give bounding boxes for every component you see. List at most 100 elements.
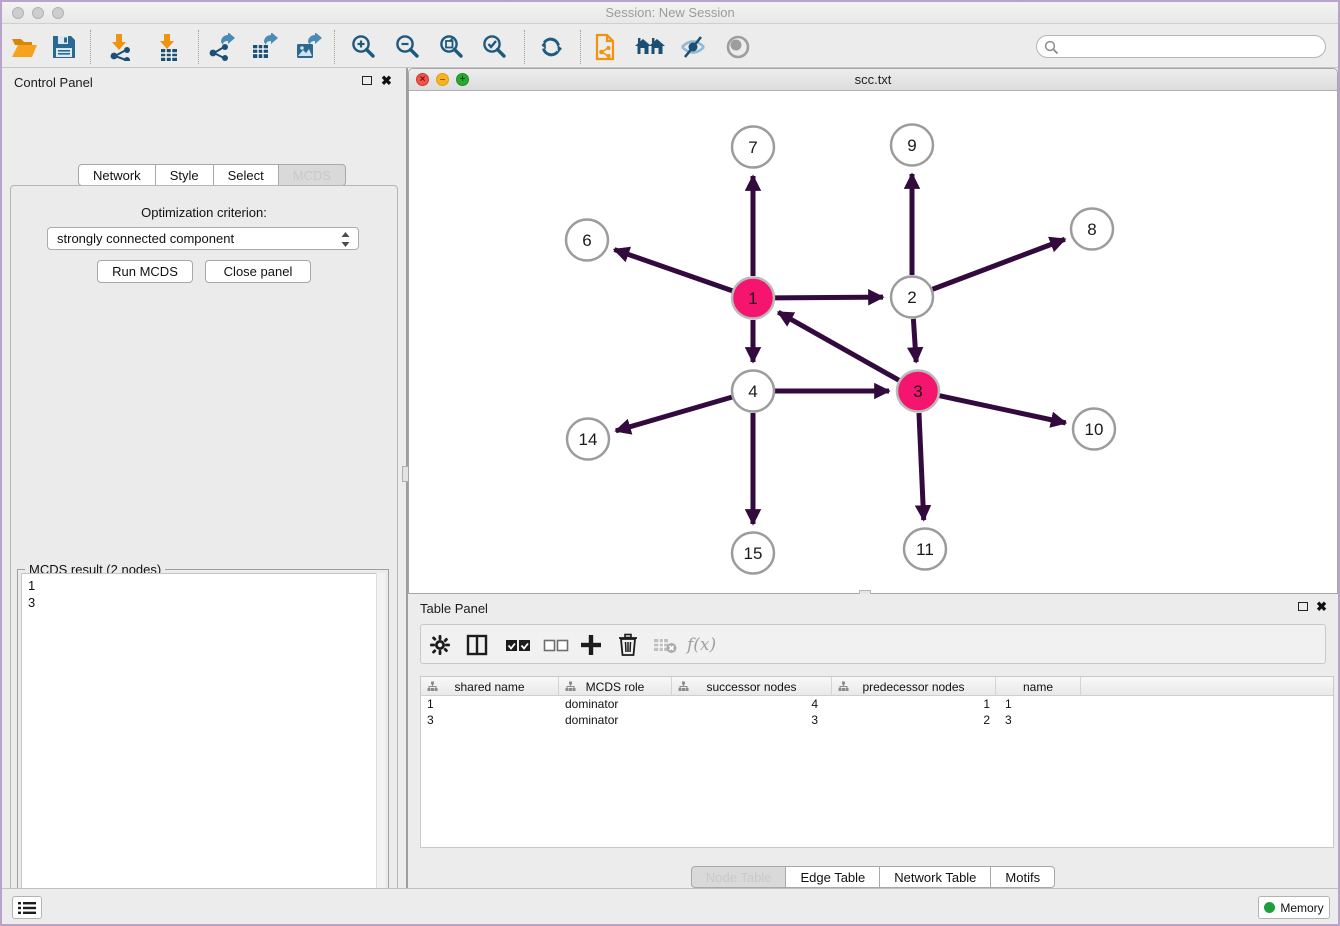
column-header-shared-name[interactable]: shared name — [421, 677, 559, 696]
tab-mcds[interactable]: MCDS — [279, 164, 346, 186]
refresh-icon[interactable] — [535, 31, 567, 63]
zoom-in-icon[interactable] — [348, 31, 380, 63]
zoom-fit-icon[interactable] — [436, 31, 468, 63]
select-all-checkboxes-icon[interactable] — [505, 632, 531, 658]
tab-network-table[interactable]: Network Table — [880, 866, 991, 888]
save-session-icon[interactable] — [48, 31, 80, 63]
table-cell[interactable]: 1 — [832, 696, 996, 712]
table-cell[interactable]: dominator — [559, 696, 672, 712]
export-network-icon[interactable] — [205, 31, 237, 63]
graph-edge-2-3[interactable] — [913, 319, 916, 362]
result-scrollbar[interactable] — [376, 573, 385, 926]
chevron-updown-icon — [340, 231, 351, 248]
search-input[interactable] — [1036, 35, 1326, 58]
graph-edge-4-14[interactable] — [616, 397, 732, 431]
graph-node-label-7: 7 — [748, 138, 757, 157]
home-icon[interactable] — [634, 31, 666, 63]
zoom-selected-icon[interactable] — [479, 31, 511, 63]
tab-style[interactable]: Style — [156, 164, 214, 186]
status-bar: Memory — [2, 888, 1338, 924]
graph-node-label-6: 6 — [582, 231, 591, 250]
graph-node-label-8: 8 — [1087, 220, 1096, 239]
toolbar-separator — [90, 30, 91, 64]
list-icon — [18, 901, 36, 915]
graph-node-label-10: 10 — [1085, 420, 1104, 439]
hide-panel-eye-icon[interactable] — [677, 31, 709, 63]
memory-button[interactable]: Memory — [1258, 896, 1330, 919]
control-panel: Control Panel ✖ Network Style Select MCD… — [2, 68, 406, 892]
tab-motifs[interactable]: Motifs — [991, 866, 1055, 888]
export-image-icon[interactable] — [292, 31, 324, 63]
network-canvas-svg: 1234678910111415 — [409, 91, 1337, 593]
table-panel-title: Table Panel — [420, 601, 488, 616]
close-panel-icon[interactable]: ✖ — [381, 73, 392, 89]
tab-network[interactable]: Network — [78, 164, 156, 186]
column-header-name[interactable]: name — [996, 677, 1081, 696]
graph-node-label-9: 9 — [907, 136, 916, 155]
float-panel-icon[interactable] — [362, 76, 372, 85]
close-panel-button[interactable]: Close panel — [205, 260, 311, 283]
main-toolbar — [2, 25, 1338, 68]
delete-icon[interactable] — [617, 632, 639, 658]
column-header-successor-nodes[interactable]: successor nodes — [672, 677, 832, 696]
toolbar-separator — [524, 30, 525, 64]
table-row[interactable]: 1dominator411 — [421, 696, 1333, 712]
network-window: × – + scc.txt 1234678910111415 — [408, 68, 1338, 594]
graph-node-label-11: 11 — [916, 540, 934, 559]
gear-icon[interactable] — [429, 632, 451, 658]
table-tabs: Node Table Edge Table Network Table Moti… — [408, 866, 1338, 888]
graph-edge-2-8[interactable] — [933, 239, 1065, 289]
mcds-result-text[interactable]: 1 3 — [21, 573, 385, 926]
table-cell[interactable]: 3 — [672, 712, 832, 728]
delete-table-icon — [653, 632, 679, 658]
table-toolbar: f(x) — [420, 624, 1326, 664]
columns-icon[interactable] — [465, 632, 489, 658]
criterion-select[interactable]: strongly connected component — [47, 227, 359, 250]
node-table: shared name MCDS role successor nodes pr… — [420, 676, 1334, 848]
table-cell[interactable]: 2 — [832, 712, 996, 728]
table-cell[interactable]: 1 — [421, 696, 559, 712]
zoom-out-icon[interactable] — [392, 31, 424, 63]
open-file-icon[interactable] — [8, 31, 40, 63]
tab-edge-table[interactable]: Edge Table — [786, 866, 880, 888]
table-row[interactable]: 3dominator323 — [421, 712, 1333, 728]
graph-edge-3-11[interactable] — [919, 413, 924, 520]
tab-node-table[interactable]: Node Table — [691, 866, 787, 888]
window-title: Session: New Session — [2, 5, 1338, 20]
network-canvas[interactable]: 1234678910111415 — [409, 91, 1337, 593]
graph-edge-1-6[interactable] — [614, 250, 732, 291]
graph-node-label-3: 3 — [913, 382, 922, 401]
add-column-icon[interactable] — [579, 632, 603, 658]
mcds-panel-body: Optimization criterion: strongly connect… — [10, 185, 398, 926]
graph-edge-1-2[interactable] — [775, 297, 883, 298]
node-table-body: 1dominator4113dominator323 — [421, 696, 1333, 847]
export-table-icon[interactable] — [248, 31, 280, 63]
close-table-panel-icon[interactable]: ✖ — [1316, 599, 1327, 615]
column-header-mcds-role[interactable]: MCDS role — [559, 677, 672, 696]
network-from-file-icon[interactable] — [590, 31, 622, 63]
sort-icon — [678, 681, 689, 692]
tab-select[interactable]: Select — [214, 164, 279, 186]
optimization-criterion-label: Optimization criterion: — [11, 205, 397, 220]
app-window: Session: New Session — [0, 0, 1340, 926]
run-mcds-button[interactable]: Run MCDS — [97, 260, 193, 283]
table-cell[interactable]: 1 — [996, 696, 1081, 712]
table-panel: Table Panel ✖ f(x) — [408, 594, 1338, 892]
graph-edge-3-1[interactable] — [778, 312, 899, 380]
show-eye-icon[interactable] — [722, 31, 754, 63]
table-cell[interactable]: 3 — [421, 712, 559, 728]
column-header-predecessor-nodes[interactable]: predecessor nodes — [832, 677, 996, 696]
import-network-icon[interactable] — [104, 31, 136, 63]
sort-icon — [427, 681, 438, 692]
graph-node-label-4: 4 — [748, 382, 757, 401]
clear-checkboxes-icon[interactable] — [543, 632, 569, 658]
graph-node-label-14: 14 — [579, 430, 598, 449]
table-cell[interactable]: dominator — [559, 712, 672, 728]
import-table-icon[interactable] — [152, 31, 184, 63]
graph-edge-3-10[interactable] — [940, 396, 1066, 423]
table-cell[interactable]: 4 — [672, 696, 832, 712]
table-cell[interactable]: 3 — [996, 712, 1081, 728]
task-history-button[interactable] — [12, 896, 42, 919]
graph-node-label-15: 15 — [744, 544, 763, 563]
float-table-panel-icon[interactable] — [1298, 602, 1308, 611]
